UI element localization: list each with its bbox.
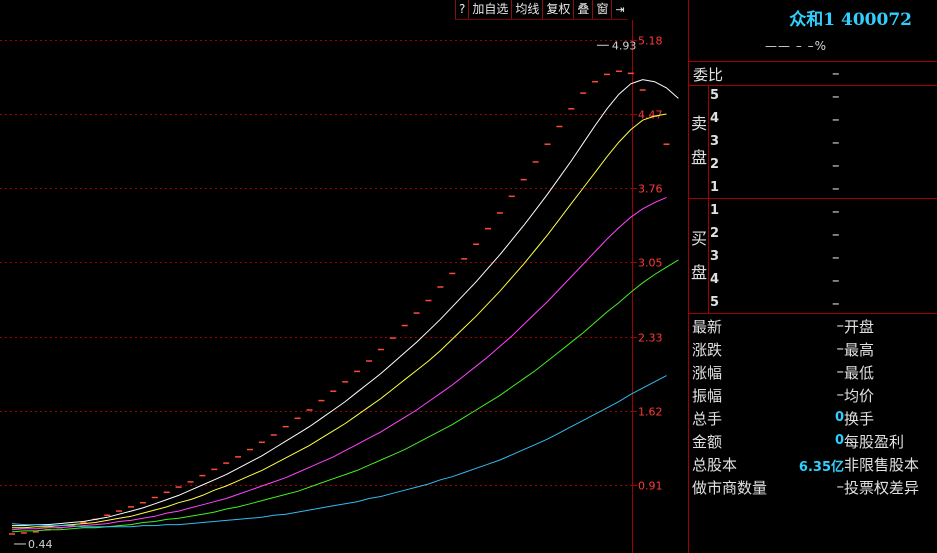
level-value: – bbox=[832, 225, 840, 243]
sell-row[interactable]: 5– bbox=[689, 85, 937, 108]
level-number: 2 bbox=[710, 157, 720, 172]
level-number: 1 bbox=[710, 180, 720, 195]
level-value: – bbox=[832, 110, 840, 128]
info-value: – bbox=[836, 385, 845, 403]
buy-row[interactable]: 3– bbox=[689, 246, 937, 269]
info-row: 涨幅 – 最低 bbox=[689, 360, 937, 383]
level-value: – bbox=[832, 294, 840, 312]
info-value: 6.35亿 bbox=[798, 460, 844, 475]
level-number: 5 bbox=[710, 295, 720, 310]
info-label-right: 每股盈利 bbox=[844, 433, 905, 451]
info-row: 涨跌 – 最高 bbox=[689, 337, 937, 360]
quote-panel: 众和1 400072 —— – –% 委比 – 卖 盘 5– 4– 3– 2– … bbox=[688, 0, 937, 553]
add-watchlist-button[interactable]: 加自选 bbox=[468, 0, 511, 19]
window-button[interactable]: 窗 bbox=[592, 0, 611, 19]
info-label: 总手 bbox=[692, 410, 723, 428]
info-value: – bbox=[836, 316, 845, 334]
level-number: 3 bbox=[710, 134, 720, 149]
high-label: 4.93 bbox=[612, 39, 637, 52]
y-tick-label: 3.05 bbox=[638, 257, 663, 270]
level-value: – bbox=[832, 271, 840, 289]
level-value: – bbox=[832, 133, 840, 151]
info-label: 最新 bbox=[692, 318, 723, 336]
buy-row[interactable]: 4– bbox=[689, 269, 937, 292]
level-value: – bbox=[832, 202, 840, 220]
sell-row[interactable]: 1– bbox=[689, 177, 937, 200]
collapse-panel-icon[interactable]: ⇥ bbox=[611, 0, 627, 19]
ma-line-4 bbox=[11, 259, 679, 533]
adjust-rights-button[interactable]: 复权 bbox=[542, 0, 573, 19]
level-value: – bbox=[832, 87, 840, 105]
info-label: 振幅 bbox=[692, 387, 723, 405]
stock-title: 众和1 400072 bbox=[789, 10, 912, 30]
sell-row[interactable]: 3– bbox=[689, 131, 937, 154]
level-value: – bbox=[832, 156, 840, 174]
sell-row[interactable]: 4– bbox=[689, 108, 937, 131]
info-row: 振幅 – 均价 bbox=[689, 383, 937, 406]
buy-row[interactable]: 5– bbox=[689, 292, 937, 315]
ma-line-2 bbox=[12, 113, 667, 529]
info-row: 最新 – 开盘 bbox=[689, 314, 937, 337]
info-label-right: 投票权差异 bbox=[844, 479, 920, 497]
y-tick-label: 2.33 bbox=[638, 332, 663, 345]
webi-row: 委比 – bbox=[689, 62, 937, 85]
info-label: 涨幅 bbox=[692, 364, 723, 382]
webi-value: – bbox=[832, 64, 840, 82]
info-value: 0 bbox=[834, 410, 844, 425]
info-row: 总股本 6.35亿 非限售股本 bbox=[689, 452, 937, 475]
info-label: 涨跌 bbox=[692, 341, 723, 359]
price-chart[interactable]: 5.184.473.763.052.331.620.914.930.44 bbox=[0, 0, 688, 553]
webi-label: 委比 bbox=[693, 66, 724, 84]
info-label: 总股本 bbox=[692, 456, 738, 474]
y-tick-label: 0.91 bbox=[638, 480, 663, 493]
y-tick-label: 5.18 bbox=[638, 35, 663, 48]
ma-line-5 bbox=[11, 375, 667, 528]
overlay-button[interactable]: 叠 bbox=[573, 0, 592, 19]
level-number: 1 bbox=[710, 203, 720, 218]
ma-line-1 bbox=[12, 79, 679, 527]
info-label: 做市商数量 bbox=[692, 479, 768, 497]
level-number: 2 bbox=[710, 226, 720, 241]
info-label-right: 非限售股本 bbox=[844, 456, 920, 474]
chart-toolbar: ? 加自选 均线 复权 叠 窗 ⇥ bbox=[455, 0, 628, 20]
info-row: 金额 0 每股盈利 bbox=[689, 429, 937, 452]
y-tick-label: 1.62 bbox=[638, 406, 663, 419]
info-label-right: 开盘 bbox=[844, 318, 875, 336]
info-label-right: 均价 bbox=[844, 387, 875, 405]
level-number: 4 bbox=[710, 272, 720, 287]
level-value: – bbox=[832, 179, 840, 197]
info-value: 0 bbox=[834, 433, 844, 448]
y-tick-label: 3.76 bbox=[638, 183, 663, 196]
price-change-summary: —— – –% bbox=[765, 39, 828, 53]
info-value: – bbox=[836, 339, 845, 357]
kline-chart-area[interactable]: 5.18 4.47 3.76 3.05 2.33 1.62 0.91 4.93 0.44 ? 加… bbox=[0, 0, 688, 553]
help-button[interactable]: ? bbox=[455, 0, 468, 19]
level-number: 3 bbox=[710, 249, 720, 264]
level-number: 5 bbox=[710, 88, 720, 103]
level-value: – bbox=[832, 248, 840, 266]
info-label-right: 最低 bbox=[844, 364, 875, 382]
info-label-right: 最高 bbox=[844, 341, 875, 359]
low-label: 0.44 bbox=[28, 538, 53, 551]
buy-row[interactable]: 2– bbox=[689, 223, 937, 246]
info-value: – bbox=[836, 477, 845, 495]
moving-average-button[interactable]: 均线 bbox=[511, 0, 542, 19]
info-row: 总手 0 换手 bbox=[689, 406, 937, 429]
info-label-right: 换手 bbox=[844, 410, 875, 428]
level-number: 4 bbox=[710, 111, 720, 126]
info-label: 金额 bbox=[692, 433, 723, 451]
info-value: – bbox=[836, 362, 845, 380]
buy-row[interactable]: 1– bbox=[689, 200, 937, 223]
info-row: 做市商数量 – 投票权差异 bbox=[689, 475, 937, 498]
sell-row[interactable]: 2– bbox=[689, 154, 937, 177]
divider bbox=[689, 198, 937, 199]
ma-line-3 bbox=[11, 196, 667, 531]
